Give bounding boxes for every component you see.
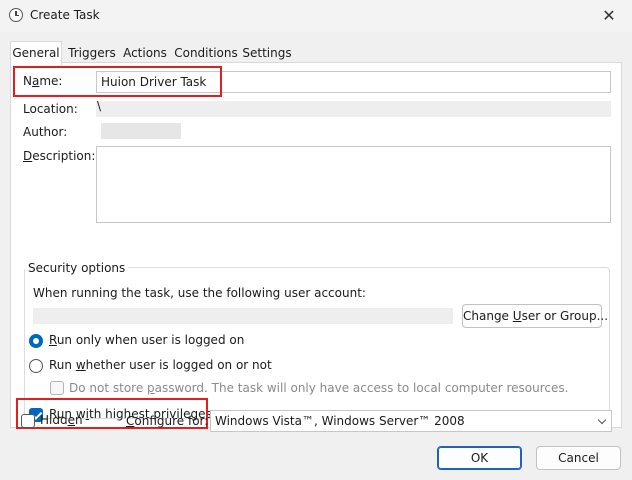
- change-user-button[interactable]: Change User or Group...: [462, 304, 608, 328]
- general-panel: Name: Huion Driver Task Location: \ Auth…: [10, 62, 622, 429]
- hidden-checkbox[interactable]: [21, 414, 35, 428]
- tab-triggers[interactable]: Triggers: [66, 43, 118, 63]
- run-logged-on-radio[interactable]: [29, 334, 43, 348]
- highlight-name: [13, 66, 222, 97]
- location-field: [96, 101, 611, 117]
- run-whether-radio[interactable]: [29, 359, 43, 373]
- no-store-password-label: Do not store password. The task will onl…: [69, 381, 569, 395]
- location-value: \: [97, 99, 102, 113]
- hidden-label[interactable]: Hidden: [40, 413, 83, 427]
- user-account-redacted: [33, 308, 453, 324]
- author-label: Author:: [23, 125, 68, 139]
- run-whether-label[interactable]: Run whether user is logged on or not: [49, 358, 272, 372]
- tab-general[interactable]: General: [10, 41, 62, 65]
- no-store-password-checkbox[interactable]: [50, 381, 64, 395]
- tab-actions[interactable]: Actions: [120, 43, 170, 63]
- location-label: Location:: [23, 102, 78, 116]
- author-value-redacted: [101, 123, 181, 139]
- account-prompt: When running the task, use the following…: [33, 286, 366, 300]
- title-bar: Create Task ✕: [0, 0, 632, 32]
- task-clock-icon: [9, 8, 23, 22]
- dialog-body: General Triggers Actions Conditions Sett…: [0, 32, 632, 480]
- run-logged-on-label[interactable]: Run only when user is logged on: [49, 333, 244, 347]
- configure-for-select[interactable]: Windows Vista™, Windows Server™ 2008: [210, 410, 612, 432]
- tab-settings[interactable]: Settings: [242, 43, 292, 63]
- configure-for-label: Configure for:: [126, 414, 209, 428]
- tab-conditions[interactable]: Conditions: [172, 43, 240, 63]
- cancel-button[interactable]: Cancel: [536, 446, 621, 470]
- window-title: Create Task: [30, 8, 100, 22]
- security-options-legend: Security options: [25, 261, 129, 275]
- description-input[interactable]: [96, 146, 611, 223]
- chevron-down-icon: [597, 415, 607, 425]
- ok-button[interactable]: OK: [437, 446, 522, 470]
- close-button[interactable]: ✕: [596, 4, 622, 28]
- description-label: Description:: [23, 149, 96, 163]
- configure-for-value: Windows Vista™, Windows Server™ 2008: [215, 414, 465, 428]
